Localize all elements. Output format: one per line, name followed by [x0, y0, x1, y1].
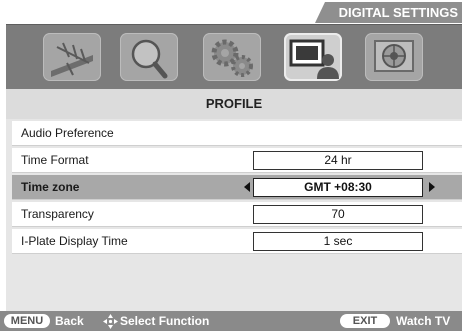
time-zone-value[interactable]: GMT +08:30 [253, 178, 423, 197]
watch-tv-label: Watch TV [396, 314, 451, 328]
button-hint-bar: MENU Back Select Function EXIT Watch TV [0, 311, 462, 331]
row-label: I-Plate Display Time [21, 234, 128, 248]
dpad-icon [103, 314, 118, 329]
search-magnifier-icon[interactable] [120, 33, 178, 81]
profile-monitor-person-icon[interactable] [284, 33, 342, 81]
panel-title: PROFILE [6, 89, 462, 119]
menu-row-time-zone[interactable]: Time zone GMT +08:30 [12, 175, 462, 200]
tv-digital-settings-screen: DIGITAL SETTINGS PROFILE Audio Preferenc… [0, 0, 462, 331]
digital-settings-tab: DIGITAL SETTINGS [315, 2, 462, 23]
exit-key-badge[interactable]: EXIT [340, 314, 390, 328]
settings-category-bar [6, 24, 462, 90]
menu-row-audio-preference[interactable]: Audio Preference [12, 121, 462, 146]
menu-row-transparency[interactable]: Transparency 70 [12, 202, 462, 227]
select-function-label: Select Function [120, 314, 210, 328]
time-format-value[interactable]: 24 hr [253, 151, 423, 170]
menu-key-badge[interactable]: MENU [4, 314, 50, 328]
settings-panel: PROFILE Audio Preference Time Format 24 … [6, 89, 462, 311]
gears-icon[interactable] [203, 33, 261, 81]
back-label: Back [55, 314, 84, 328]
row-label: Audio Preference [21, 126, 114, 140]
menu-row-time-format[interactable]: Time Format 24 hr [12, 148, 462, 173]
iplate-display-time-value[interactable]: 1 sec [253, 232, 423, 251]
row-label: Time Format [21, 153, 89, 167]
arrow-left-icon[interactable] [244, 182, 250, 192]
arrow-right-icon[interactable] [429, 182, 435, 192]
row-label: Transparency [21, 207, 94, 221]
row-label: Time zone [21, 180, 80, 194]
menu-row-iplate-display-time[interactable]: I-Plate Display Time 1 sec [12, 229, 462, 254]
diagnostics-icon[interactable] [365, 33, 423, 81]
antenna-setup-icon[interactable] [43, 33, 101, 81]
transparency-value[interactable]: 70 [253, 205, 423, 224]
